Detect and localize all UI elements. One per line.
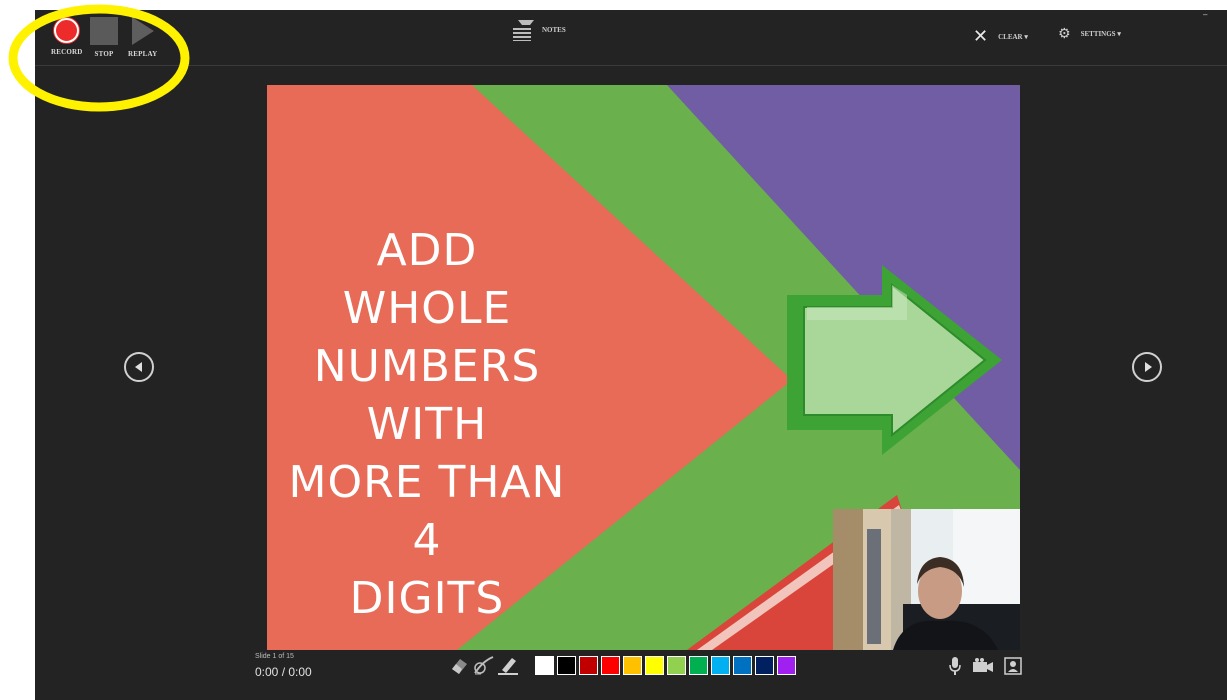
- notes-button[interactable]: NOTES: [512, 20, 566, 41]
- clear-button[interactable]: ✕ CLEAR ▾: [973, 26, 1028, 47]
- playback-info: Slide 1 of 15 0:00 / 0:00: [255, 653, 312, 679]
- color-swatch-light-blue[interactable]: [711, 656, 730, 675]
- replay-label: REPLAY: [128, 50, 158, 58]
- slide-title-line: DIGITS: [349, 573, 505, 624]
- close-icon: ✕: [973, 26, 989, 47]
- color-swatch-blue[interactable]: [733, 656, 752, 675]
- stop-icon: [90, 17, 118, 45]
- replay-button[interactable]: REPLAY: [128, 17, 157, 58]
- slide-title: ADD WHOLE NUMBERS WITH MORE THAN 4 DIGIT…: [287, 222, 567, 628]
- eraser-icon[interactable]: [449, 655, 469, 675]
- chevron-left-circle-icon: [134, 362, 142, 372]
- next-slide-button[interactable]: [1132, 352, 1162, 382]
- color-swatch-light-green[interactable]: [667, 656, 686, 675]
- stop-label: STOP: [94, 50, 114, 58]
- clear-label: CLEAR ▾: [998, 32, 1028, 41]
- color-swatch-purple[interactable]: [777, 656, 796, 675]
- color-swatch-dark-red[interactable]: [579, 656, 598, 675]
- play-icon: [131, 17, 154, 45]
- pen-icon[interactable]: [473, 655, 494, 675]
- slide-counter: Slide 1 of 15: [255, 653, 294, 660]
- webcam-preview: [833, 509, 1020, 650]
- minimize-icon[interactable]: –: [1203, 10, 1207, 19]
- webcam-image: [833, 509, 1020, 650]
- previous-slide-button[interactable]: [124, 352, 154, 382]
- slide-title-line: ADD WHOLE: [342, 225, 512, 334]
- slide-title-line: MORE THAN 4: [288, 457, 566, 566]
- color-swatch-orange[interactable]: [623, 656, 642, 675]
- notes-label: NOTES: [542, 26, 566, 34]
- recording-window: RECORD STOP REPLAY NOTES ✕ CLEAR ▾ ⚙ SET…: [35, 10, 1227, 700]
- stop-button[interactable]: STOP: [90, 17, 118, 58]
- record-icon: [54, 18, 80, 43]
- color-swatch-yellow[interactable]: [645, 656, 664, 675]
- color-swatch-red[interactable]: [601, 656, 620, 675]
- recording-timer: 0:00 / 0:00: [255, 665, 312, 679]
- record-label: RECORD: [51, 48, 83, 56]
- notes-icon: [512, 20, 534, 41]
- settings-button[interactable]: ⚙ SETTINGS ▾: [1058, 26, 1121, 42]
- settings-label: SETTINGS ▾: [1080, 30, 1121, 38]
- chevron-right-circle-icon: [1144, 362, 1152, 372]
- color-swatch-black[interactable]: [557, 656, 576, 675]
- gear-icon: ⚙: [1058, 26, 1071, 42]
- color-swatch-white[interactable]: [535, 656, 554, 675]
- slide-canvas: ADD WHOLE NUMBERS WITH MORE THAN 4 DIGIT…: [267, 85, 1020, 650]
- slide-title-line: NUMBERS WITH: [313, 341, 541, 450]
- ink-tools: [449, 655, 521, 675]
- ink-color-palette: [535, 656, 799, 675]
- media-controls: [948, 656, 1032, 681]
- camera-preview-icon[interactable]: [1004, 657, 1022, 680]
- video-camera-icon[interactable]: [972, 657, 994, 680]
- top-toolbar: RECORD STOP REPLAY NOTES ✕ CLEAR ▾ ⚙ SET…: [35, 10, 1227, 66]
- color-swatch-green[interactable]: [689, 656, 708, 675]
- highlighter-icon[interactable]: [497, 655, 518, 675]
- microphone-icon[interactable]: [948, 656, 962, 681]
- record-button[interactable]: RECORD: [51, 18, 83, 56]
- color-swatch-navy[interactable]: [755, 656, 774, 675]
